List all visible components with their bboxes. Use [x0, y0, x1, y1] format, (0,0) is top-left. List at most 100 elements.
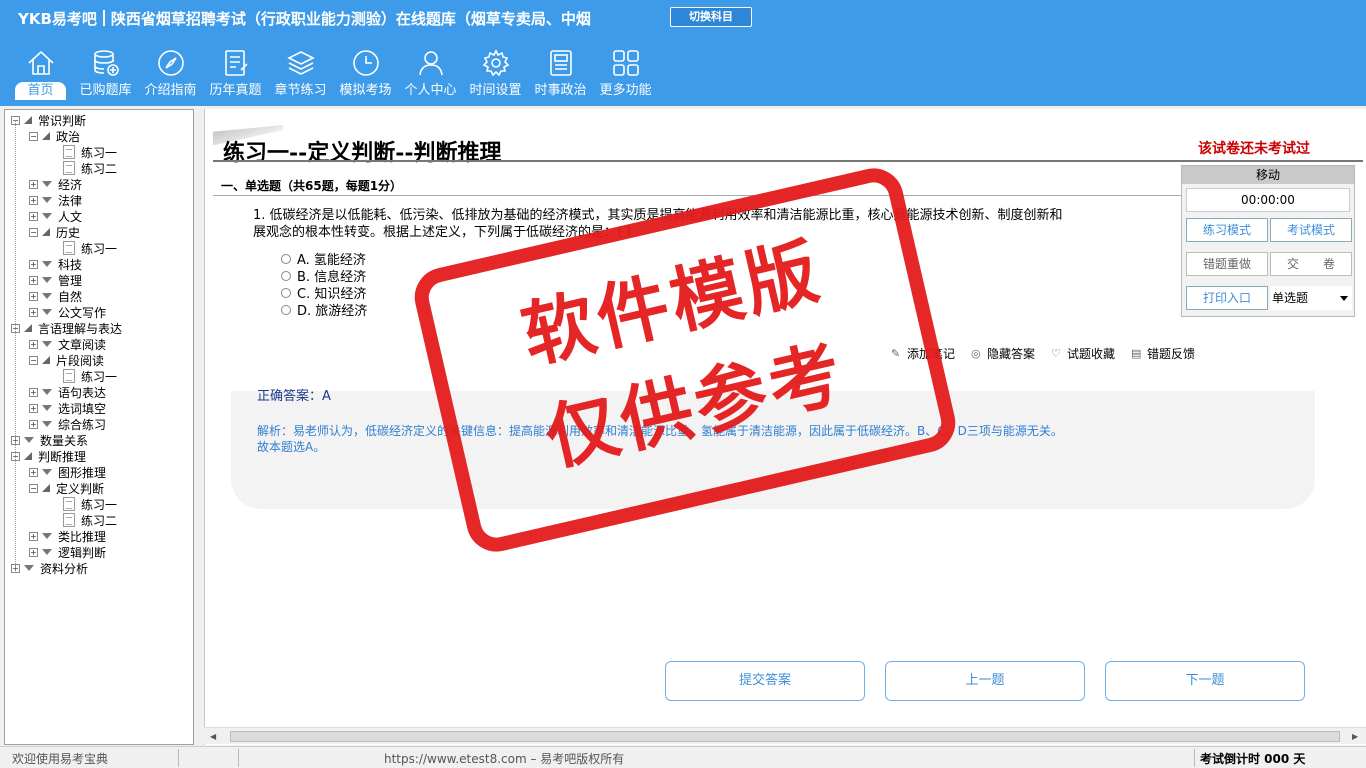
expand-toggle-icon[interactable]: +	[29, 211, 38, 221]
switch-subject-button[interactable]: 切换科目	[670, 7, 752, 27]
expand-toggle-icon[interactable]: +	[29, 547, 38, 557]
tree-item[interactable]: − 言语理解与表达	[11, 320, 122, 336]
tree-item-label: 综合练习	[58, 417, 107, 432]
tree-item[interactable]: 练习一	[63, 368, 117, 384]
expand-toggle-icon[interactable]: +	[29, 307, 38, 317]
radio-button[interactable]	[281, 270, 291, 281]
option-label: D. 旅游经济	[297, 304, 368, 319]
tree-item[interactable]: − 定义判断	[29, 480, 104, 496]
next-question-button[interactable]: 下一题	[1105, 661, 1305, 701]
collapse-toggle-icon[interactable]: −	[29, 131, 38, 141]
tree-item[interactable]: + 文章阅读	[29, 336, 106, 352]
submit-paper-button[interactable]: 交 卷	[1270, 252, 1352, 276]
scroll-thumb[interactable]	[230, 731, 1340, 742]
favorite-button[interactable]: ♡ 试题收藏	[1051, 345, 1115, 362]
section-divider	[213, 195, 1187, 196]
nav-home[interactable]: 首页	[8, 48, 73, 104]
expand-toggle-icon[interactable]: +	[29, 467, 38, 477]
prev-question-button[interactable]: 上一题	[885, 661, 1085, 701]
exam-name: 陕西省烟草招聘考试（行政职业能力测验）在线题库（烟草专卖局、中烟	[110, 10, 591, 28]
title-divider	[213, 160, 1363, 162]
nav-mock-exam[interactable]: 模拟考场	[333, 48, 398, 104]
tree-item[interactable]: + 人文	[29, 208, 82, 224]
tree-item[interactable]: + 管理	[29, 272, 82, 288]
collapse-toggle-icon[interactable]: −	[29, 483, 38, 493]
expand-toggle-icon[interactable]: +	[29, 259, 38, 269]
radio-button[interactable]	[281, 253, 291, 264]
tree-item[interactable]: + 经济	[29, 176, 82, 192]
tree-item-label: 类比推理	[58, 529, 107, 544]
tree-item[interactable]: − 片段阅读	[29, 352, 104, 368]
tree-item[interactable]: + 语句表达	[29, 384, 106, 400]
status-divider	[238, 749, 239, 767]
tree-item[interactable]: − 历史	[29, 224, 80, 240]
nav-guide[interactable]: 介绍指南	[138, 48, 203, 104]
nav-time-settings[interactable]: 时间设置	[463, 48, 528, 104]
tree-item[interactable]: 练习二	[63, 512, 117, 528]
triangle-closed-icon	[42, 293, 52, 299]
tree-item[interactable]: − 常识判断	[11, 112, 86, 128]
tree-item[interactable]: + 类比推理	[29, 528, 106, 544]
nav-current-affairs[interactable]: 时事政治	[528, 48, 593, 104]
tree-item[interactable]: + 选词填空	[29, 400, 106, 416]
tree-item[interactable]: + 综合练习	[29, 416, 106, 432]
error-report-button[interactable]: ▤ 错题反馈	[1131, 345, 1195, 362]
nav-purchased[interactable]: 已购题库	[73, 48, 138, 104]
expand-toggle-icon[interactable]: +	[29, 291, 38, 301]
horizontal-scrollbar[interactable]: ◀ ▶	[204, 727, 1366, 744]
expand-toggle-icon[interactable]: +	[29, 275, 38, 285]
hide-answer-button[interactable]: ◎ 隐藏答案	[971, 345, 1035, 362]
main-nav: 首页 已购题库 介绍指南 历年真题 章节练习 模拟考场 个人中心 时间设置 时事…	[8, 48, 658, 104]
nav-chapter-practice[interactable]: 章节练习	[268, 48, 333, 104]
nav-past-papers[interactable]: 历年真题	[203, 48, 268, 104]
nav-more[interactable]: 更多功能	[593, 48, 658, 104]
panel-drag-handle[interactable]: 移动	[1182, 166, 1354, 184]
question-type-select[interactable]: 单选题	[1270, 286, 1352, 310]
tree-item[interactable]: + 法律	[29, 192, 82, 208]
news-icon	[549, 50, 572, 76]
heart-icon: ♡	[1051, 346, 1061, 360]
tree-item[interactable]: − 判断推理	[11, 448, 86, 464]
tree-item[interactable]: + 数量关系	[11, 432, 88, 448]
submit-answer-button[interactable]: 提交答案	[665, 661, 865, 701]
document-icon	[63, 497, 75, 511]
expand-toggle-icon[interactable]: +	[29, 419, 38, 429]
tree-item[interactable]: 练习一	[63, 496, 117, 512]
scroll-left-icon[interactable]: ◀	[210, 732, 216, 741]
option-d[interactable]: D. 旅游经济	[281, 300, 367, 319]
tree-item[interactable]: 练习一	[63, 144, 117, 160]
correct-answer: 正确答案：A	[257, 389, 331, 404]
tree-item-label: 练习一	[81, 241, 118, 256]
tree-item[interactable]: + 资料分析	[11, 560, 88, 576]
print-button[interactable]: 打印入口	[1186, 286, 1268, 310]
tree-item[interactable]: + 公文写作	[29, 304, 106, 320]
expand-toggle-icon[interactable]: +	[29, 179, 38, 189]
tree-item[interactable]: + 逻辑判断	[29, 544, 106, 560]
expand-toggle-icon[interactable]: +	[29, 387, 38, 397]
collapse-toggle-icon[interactable]: −	[29, 227, 38, 237]
exam-mode-button[interactable]: 考试模式	[1270, 218, 1352, 242]
collapse-toggle-icon[interactable]: −	[29, 355, 38, 365]
tree-item[interactable]: − 政治	[29, 128, 80, 144]
nav-personal-center[interactable]: 个人中心	[398, 48, 463, 104]
timer-panel: 移动 00:00:00 练习模式 考试模式 错题重做 交 卷 打印入口 单选题	[1181, 165, 1355, 317]
expand-toggle-icon[interactable]: +	[29, 195, 38, 205]
radio-button[interactable]	[281, 287, 291, 298]
tree-item[interactable]: + 自然	[29, 288, 82, 304]
tree-item[interactable]: + 图形推理	[29, 464, 106, 480]
tree-item[interactable]: 练习一	[63, 240, 117, 256]
expand-toggle-icon[interactable]: +	[29, 531, 38, 541]
tree-item-label: 判断推理	[38, 449, 87, 464]
scroll-right-icon[interactable]: ▶	[1352, 732, 1358, 741]
expand-toggle-icon[interactable]: +	[29, 339, 38, 349]
radio-button[interactable]	[281, 304, 291, 315]
triangle-closed-icon	[42, 341, 52, 347]
tree-item[interactable]: 练习二	[63, 160, 117, 176]
expand-toggle-icon[interactable]: +	[29, 403, 38, 413]
tree-guide-line	[15, 120, 16, 568]
layers-icon	[286, 51, 315, 75]
tree-item-label: 选词填空	[58, 401, 107, 416]
tree-item[interactable]: + 科技	[29, 256, 82, 272]
redo-wrong-button[interactable]: 错题重做	[1186, 252, 1268, 276]
practice-mode-button[interactable]: 练习模式	[1186, 218, 1268, 242]
